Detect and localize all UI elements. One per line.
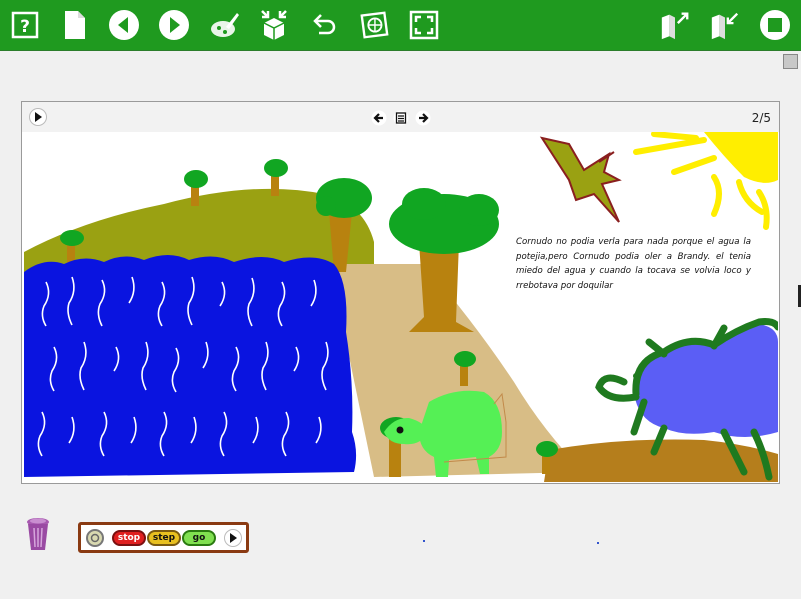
book-previous-button[interactable]: [371, 110, 387, 126]
next-icon: [159, 10, 189, 40]
next-page-button[interactable]: [158, 8, 190, 42]
script-controls: stop step go: [78, 522, 249, 553]
stop-button[interactable]: [759, 8, 791, 42]
step-scripts-button[interactable]: step: [147, 530, 181, 546]
arrow-right-icon: [415, 110, 431, 126]
arrow-left-icon: [371, 110, 387, 126]
supplies-button[interactable]: [258, 8, 290, 42]
play-triangle-icon: [35, 112, 42, 122]
play-triangle-icon: [230, 533, 237, 543]
all-scripts-toggle[interactable]: [86, 529, 104, 547]
import-button[interactable]: [659, 8, 691, 42]
main-toolbar: ?: [0, 0, 801, 51]
fullscreen-button[interactable]: [408, 8, 440, 42]
undo-button[interactable]: [308, 8, 340, 42]
supplies-icon: [261, 10, 287, 40]
help-icon: ?: [11, 11, 39, 39]
navigator-icon: [360, 11, 389, 39]
ring-icon: [90, 533, 100, 543]
new-page-icon: [65, 11, 85, 39]
book-header: 2/5: [22, 102, 779, 132]
story-book: 2/5 Cornudo no podia verla para nada por…: [21, 101, 780, 484]
stop-scripts-button[interactable]: stop: [112, 530, 146, 546]
scroll-corner-handle[interactable]: [783, 54, 798, 69]
undo-icon: [313, 14, 336, 35]
import-icon: [661, 12, 689, 40]
paint-icon: [211, 13, 239, 37]
trash-can[interactable]: [24, 516, 52, 552]
page-indicator: 2/5: [751, 111, 771, 125]
story-illustration: [24, 132, 778, 482]
paint-button[interactable]: [208, 8, 240, 42]
sun: [633, 132, 778, 230]
new-page-button[interactable]: [59, 8, 91, 42]
stop-icon: [760, 10, 790, 40]
book-next-button[interactable]: [415, 110, 431, 126]
trash-icon: [27, 518, 49, 550]
navigator-button[interactable]: [358, 8, 390, 42]
story-text: Cornudo no podia verla para nada porque …: [516, 237, 751, 291]
ground: [544, 439, 778, 482]
svg-text:?: ?: [20, 17, 30, 37]
export-button[interactable]: [709, 8, 741, 42]
stray-dot: [597, 542, 599, 544]
stray-dot: [423, 540, 425, 542]
book-pages-button[interactable]: [393, 110, 409, 126]
export-icon: [711, 12, 739, 40]
previous-page-button[interactable]: [108, 8, 140, 42]
book-menu-button[interactable]: [29, 108, 47, 126]
go-scripts-button[interactable]: go: [182, 530, 216, 546]
pterodactyl: [539, 136, 622, 223]
help-button[interactable]: ?: [9, 8, 41, 42]
fullscreen-icon: [409, 10, 439, 40]
previous-icon: [109, 10, 139, 40]
controls-menu-button[interactable]: [224, 529, 242, 547]
page-list-icon: [393, 110, 409, 126]
